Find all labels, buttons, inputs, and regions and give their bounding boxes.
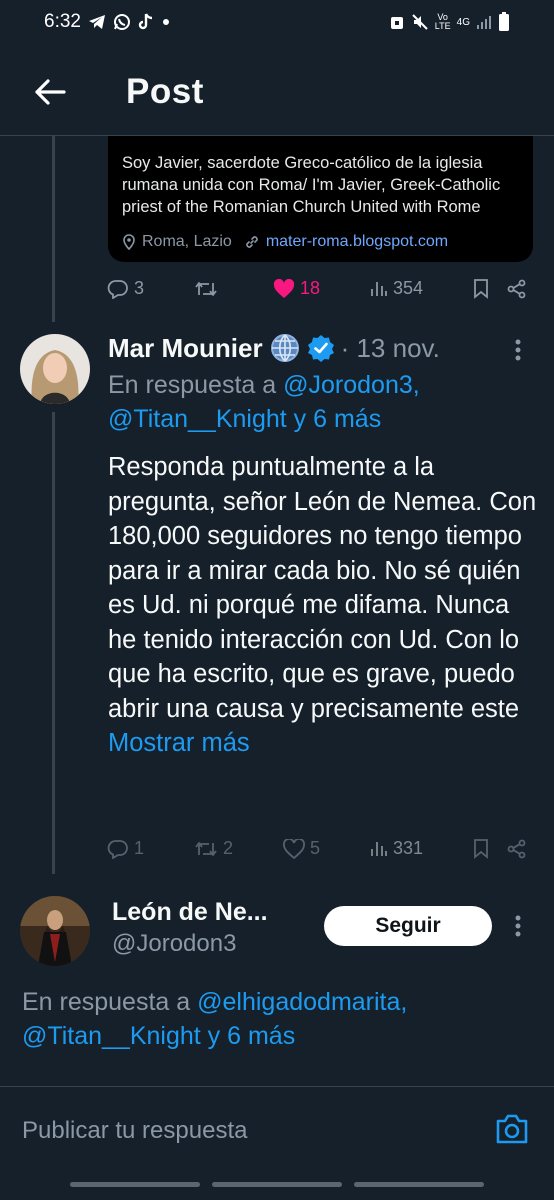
views-button[interactable]: 331 [370,838,423,859]
thread-line-top [52,136,55,322]
page-title: Post [126,71,204,111]
action-extras [473,838,527,859]
top-app-bar: Post [0,48,554,136]
signal-icon [476,14,492,30]
like-button[interactable]: 5 [283,838,320,859]
whatsapp-icon [113,13,131,31]
mention-link[interactable]: @Jorodon3, [283,371,420,399]
views-icon [371,281,387,296]
arrow-left-icon [35,78,66,105]
status-left: 6:32 [44,11,171,33]
views-count: 354 [392,278,423,298]
bookmark-icon[interactable] [473,278,489,299]
retweet-icon [195,281,217,296]
thread-line-middle [52,412,55,874]
reply-more-link[interactable]: y 6 más [201,1022,296,1050]
author-name[interactable]: León de Ne... [112,898,268,927]
reply-composer: Publicar tu respuesta [0,1086,554,1168]
back-button[interactable] [20,62,80,122]
status-bar: 6:32 Vo LTE 4G [0,0,554,44]
alarm-icon [389,13,405,31]
nav-home-button[interactable] [212,1181,342,1187]
reply-context: En respuesta a @elhigadodmarita, @Titan_… [22,985,542,1053]
heart-icon [283,838,305,859]
tweet-actions-1: 3 18 354 [107,278,527,299]
retweet-icon [195,841,217,856]
reply-count: 3 [134,278,145,298]
location-icon [123,234,135,250]
nav-recent-button[interactable] [70,1181,200,1187]
reply-prefix: En respuesta a [108,371,284,399]
camera-icon [496,1114,528,1144]
status-icons: Vo LTE 4G [389,12,510,32]
reply-context: En respuesta a @Jorodon3, @Titan__Knight… [108,368,538,436]
verified-badge-icon [307,335,334,362]
share-icon[interactable] [507,839,527,859]
battery-icon [498,12,510,32]
tweet-date: · 13 nov. [340,332,440,363]
mute-icon [411,13,429,31]
system-nav-bar [0,1168,554,1200]
tweet-actions-2: 1 2 5 331 [107,838,527,859]
more-options-button[interactable] [503,906,533,946]
telegram-icon [88,14,106,30]
share-icon[interactable] [507,279,527,299]
reply-button[interactable]: 1 [107,838,144,859]
heart-filled-icon [273,278,294,298]
globe-icon [270,334,299,362]
tweet-text: Responda puntualmente a la pregunta, señ… [108,450,538,761]
reply-prefix: En respuesta a [22,988,198,1016]
like-button[interactable]: 18 [273,278,320,299]
network-gen-label: 4G [456,16,470,28]
notification-dot-icon [161,17,171,27]
more-vertical-icon [515,915,521,937]
like-count: 18 [299,278,320,298]
action-extras [473,278,527,299]
nav-back-button[interactable] [354,1181,484,1187]
more-vertical-icon [515,339,521,361]
bookmark-icon[interactable] [473,838,489,859]
retweet-count: 2 [222,838,233,858]
views-count: 331 [392,838,423,858]
author-name[interactable]: Mar Mounier [108,333,263,364]
like-count: 5 [309,838,320,858]
profile-website-link[interactable]: mater-roma.blogspot.com [266,233,448,251]
mention-link[interactable]: @Titan__Knight [108,405,287,433]
mention-link[interactable]: @elhigadodmarita, [197,988,407,1016]
status-time: 6:32 [44,11,81,32]
more-options-button[interactable] [503,330,533,370]
mention-link[interactable]: @Titan__Knight [22,1022,201,1050]
tweet-header: Mar Mounier · 13 nov. [108,332,440,364]
views-button[interactable]: 354 [370,278,423,299]
profile-location: Roma, Lazio [142,233,232,250]
reply-button[interactable]: 3 [107,278,144,299]
link-icon [246,236,258,248]
tiktok-icon [138,13,154,31]
avatar[interactable] [20,896,90,966]
retweet-button[interactable]: 2 [194,838,233,859]
profile-meta: Roma, Lazio mater-roma.blogspot.com [122,233,448,251]
show-more-link[interactable]: Mostrar más [108,729,250,757]
reply-more-link[interactable]: y 6 más [287,405,382,433]
camera-button[interactable] [494,1111,530,1147]
author-handle[interactable]: @Jorodon3 [112,930,236,958]
volte-label: Vo LTE [434,12,451,31]
tweet-body-text: Responda puntualmente a la pregunta, señ… [108,453,537,723]
profile-bio: Soy Javier, sacerdote Greco-católico de … [122,154,501,216]
follow-button[interactable]: Seguir [324,906,492,946]
reply-icon [107,839,128,859]
views-icon [371,841,387,856]
reply-count: 1 [134,838,145,858]
reply-input[interactable]: Publicar tu respuesta [22,1117,247,1145]
retweet-button[interactable] [194,279,223,299]
reply-icon [107,279,128,299]
avatar[interactable] [20,334,90,404]
